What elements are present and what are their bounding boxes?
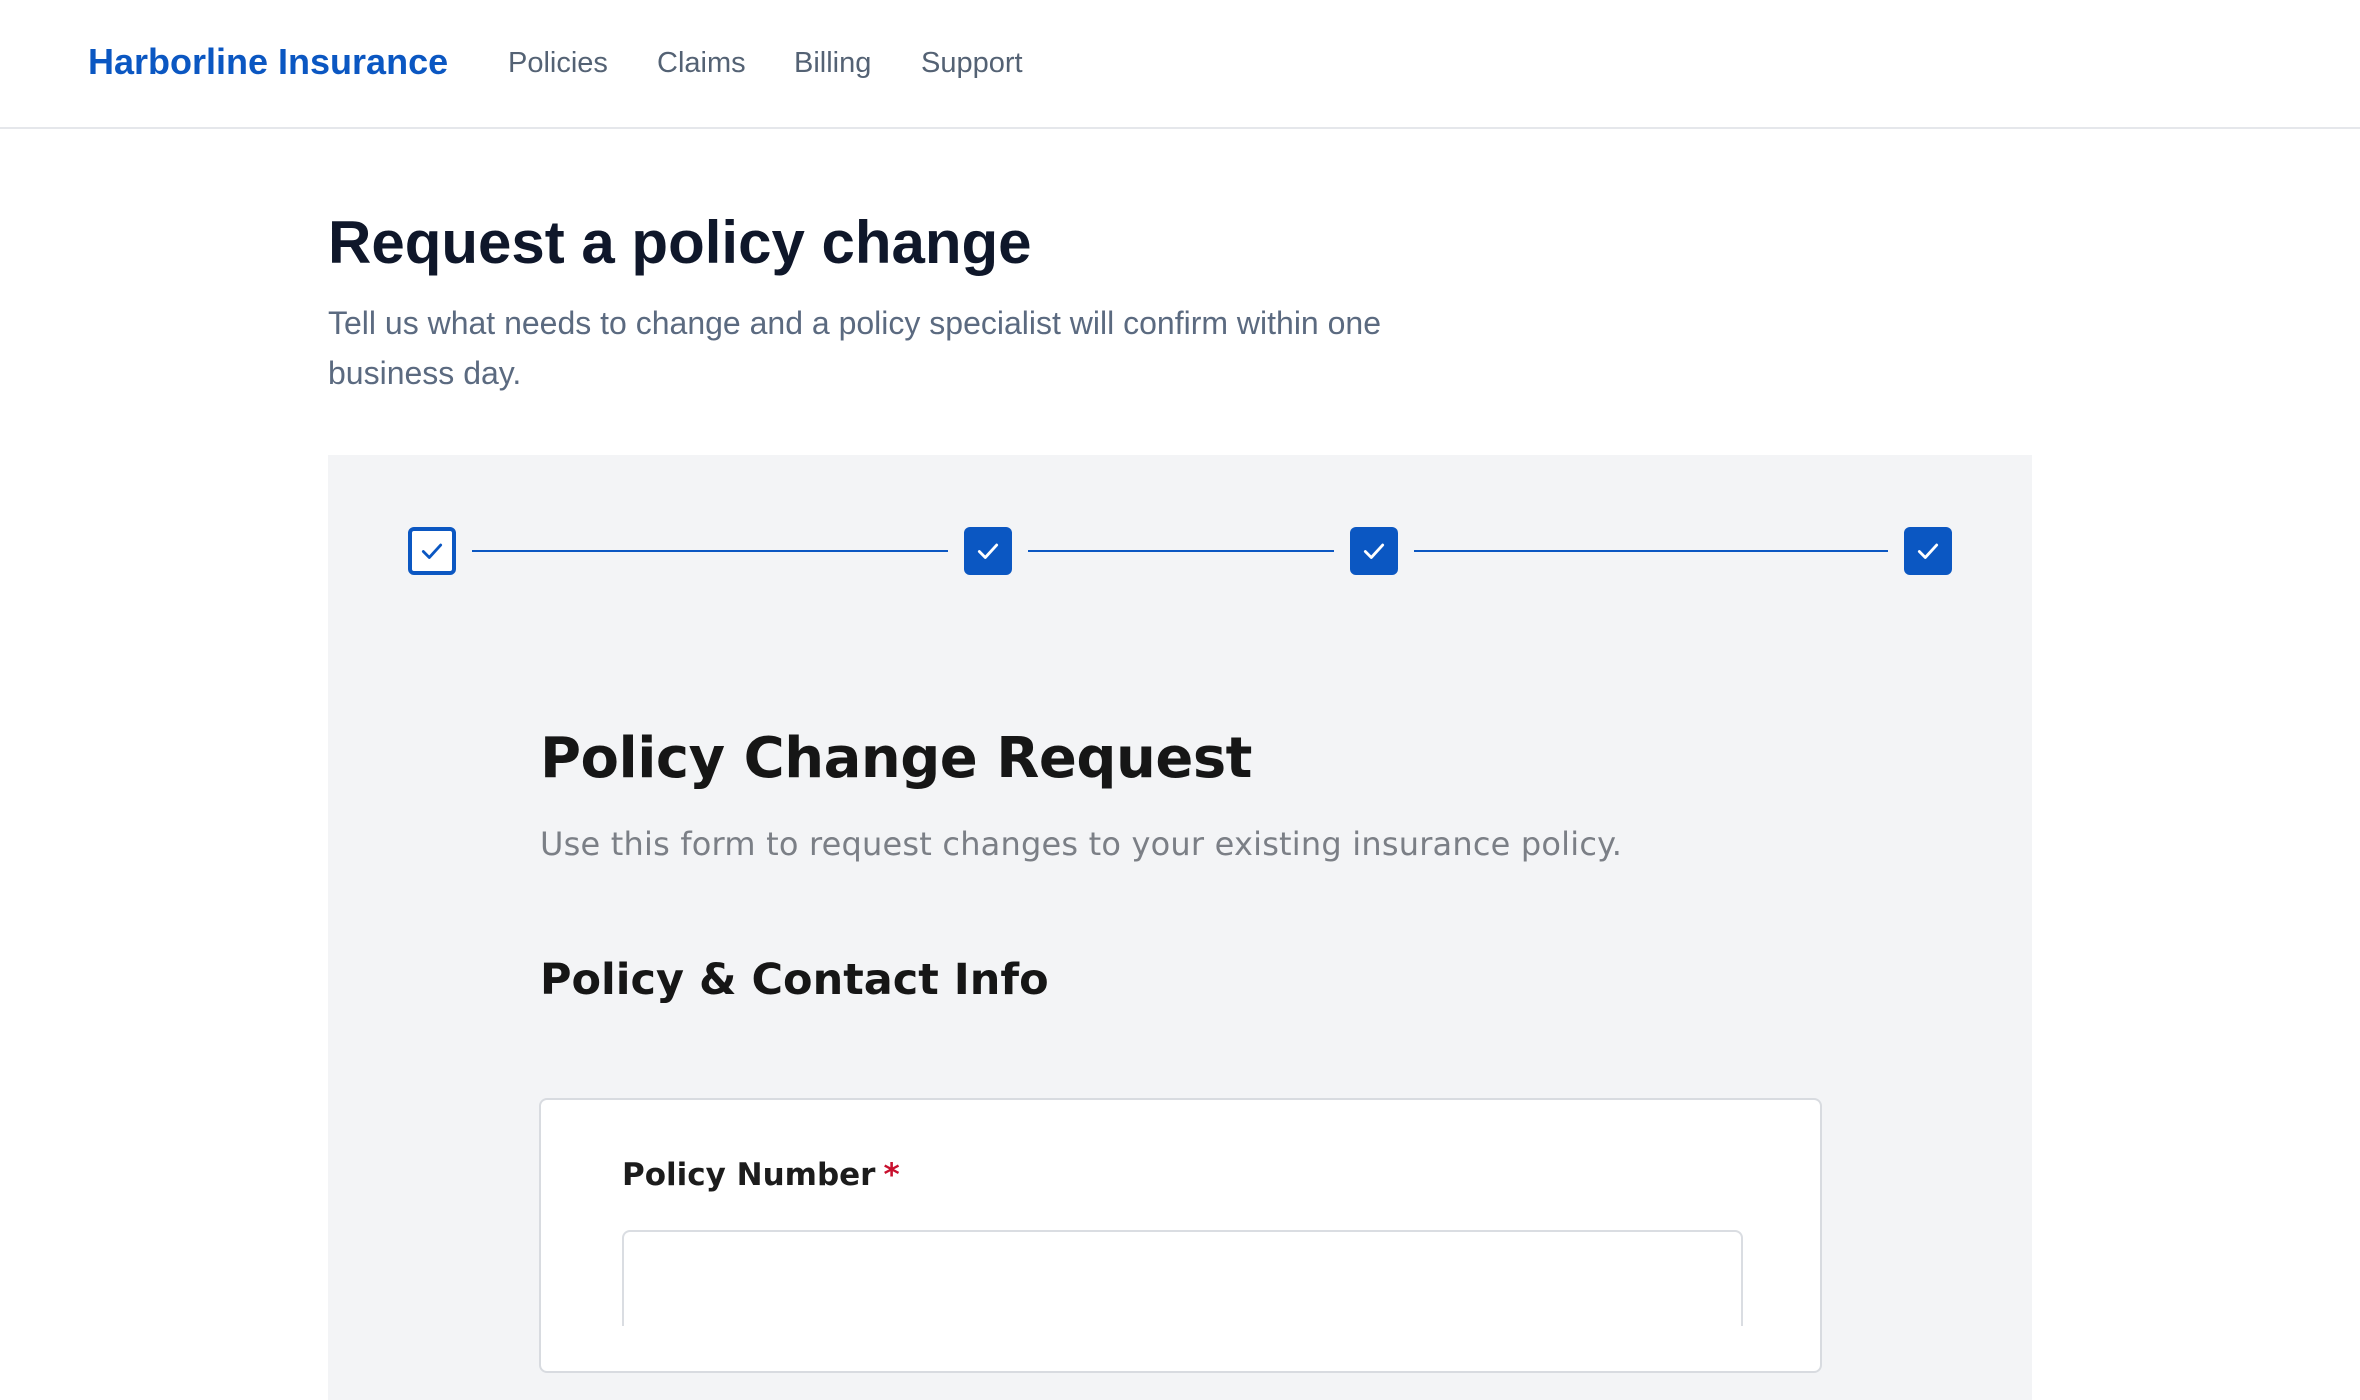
nav-link-support[interactable]: Support — [921, 44, 1023, 82]
step-2-check-icon[interactable] — [964, 527, 1012, 575]
checkmark-icon — [1917, 543, 1939, 559]
form-title: Policy Change Request — [540, 726, 1252, 791]
policy-number-input[interactable] — [622, 1230, 1743, 1326]
nav-link-billing[interactable]: Billing — [794, 44, 871, 82]
form-description: Use this form to request changes to your… — [540, 825, 1623, 863]
step-3-check-icon[interactable] — [1350, 527, 1398, 575]
section-title: Policy & Contact Info — [540, 955, 1049, 1005]
step-1-check-icon[interactable] — [408, 527, 456, 575]
step-4-check-icon[interactable] — [1904, 527, 1952, 575]
checkmark-icon — [1363, 543, 1385, 559]
step-connector — [1028, 550, 1334, 552]
step-connector — [472, 550, 948, 552]
policy-number-label-text: Policy Number — [622, 1157, 876, 1193]
page-subtitle: Tell us what needs to change and a polic… — [328, 305, 1381, 391]
required-asterisk: * — [883, 1157, 900, 1193]
policy-number-card: Policy Number * — [539, 1098, 1822, 1373]
nav-link-claims[interactable]: Claims — [657, 44, 746, 82]
step-connector — [1414, 550, 1888, 552]
policy-number-label: Policy Number * — [622, 1152, 900, 1198]
nav-link-policies[interactable]: Policies — [508, 44, 608, 82]
page-title: Request a policy change — [328, 209, 1032, 276]
checkmark-icon — [977, 543, 999, 559]
brand-logo[interactable]: Harborline Insurance — [88, 39, 448, 85]
top-nav: Harborline Insurance Policies Claims Bil… — [0, 0, 2360, 129]
checkmark-icon — [421, 543, 443, 559]
